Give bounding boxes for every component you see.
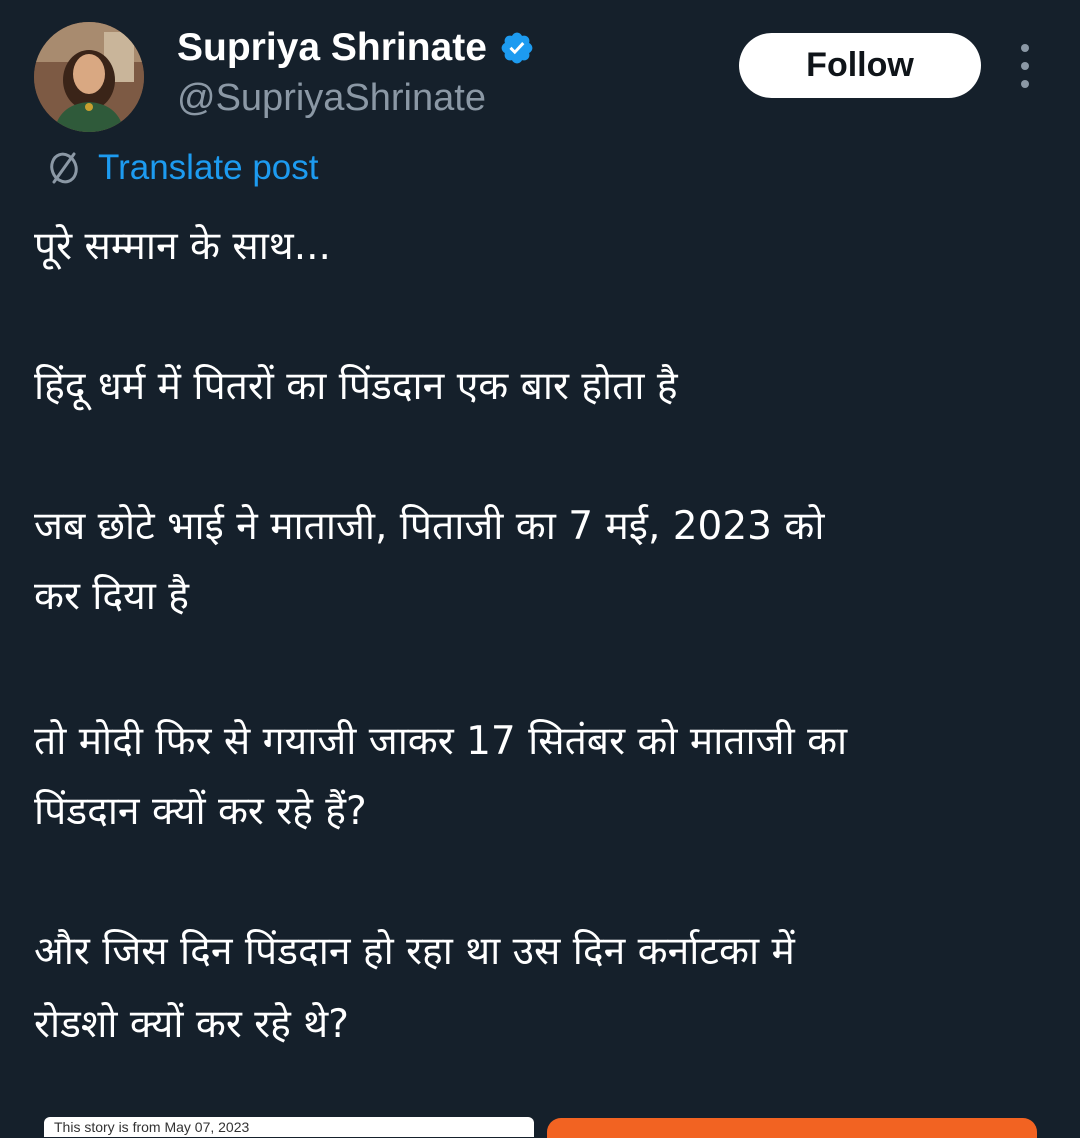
post-text-line: जब छोटे भाई ने माताजी, पिताजी का 7 मई, 2… — [34, 504, 825, 549]
more-dot — [1021, 44, 1029, 52]
post-text-line: तो मोदी फिर से गयाजी जाकर 17 सितंबर को म… — [34, 719, 848, 764]
embedded-image-right[interactable] — [547, 1118, 1037, 1138]
author-display-name[interactable]: Supriya Shrinate — [177, 26, 487, 70]
follow-button[interactable]: Follow — [739, 33, 981, 98]
post-text-line: हिंदू धर्म में पितरों का पिंडदान एक बार … — [34, 364, 678, 409]
more-dot — [1021, 80, 1029, 88]
post-text-line: कर दिया है — [34, 574, 189, 619]
author-handle[interactable]: @SupriyaShrinate — [177, 76, 486, 120]
post-text-line: और जिस दिन पिंडदान हो रहा था उस दिन कर्न… — [34, 929, 795, 974]
translate-globe-icon — [50, 152, 78, 184]
post-text-line: पिंडदान क्यों कर रहे हैं? — [34, 789, 367, 834]
avatar[interactable] — [34, 22, 144, 132]
post-text-line: पूरे सम्मान के साथ... — [34, 224, 331, 269]
avatar-photo — [34, 22, 144, 132]
translate-post-label: Translate post — [98, 148, 319, 187]
translate-post-link[interactable]: Translate post — [44, 146, 318, 190]
embedded-image-left[interactable]: This story is from May 07, 2023 — [44, 1117, 534, 1137]
verified-badge-icon — [501, 32, 533, 64]
embedded-image-caption: This story is from May 07, 2023 — [54, 1119, 250, 1135]
post-text-line: रोडशो क्यों कर रहे थे? — [34, 1002, 349, 1047]
author-name-row[interactable]: Supriya Shrinate — [177, 26, 535, 70]
more-vertical-icon[interactable] — [1008, 44, 1042, 88]
more-dot — [1021, 62, 1029, 70]
